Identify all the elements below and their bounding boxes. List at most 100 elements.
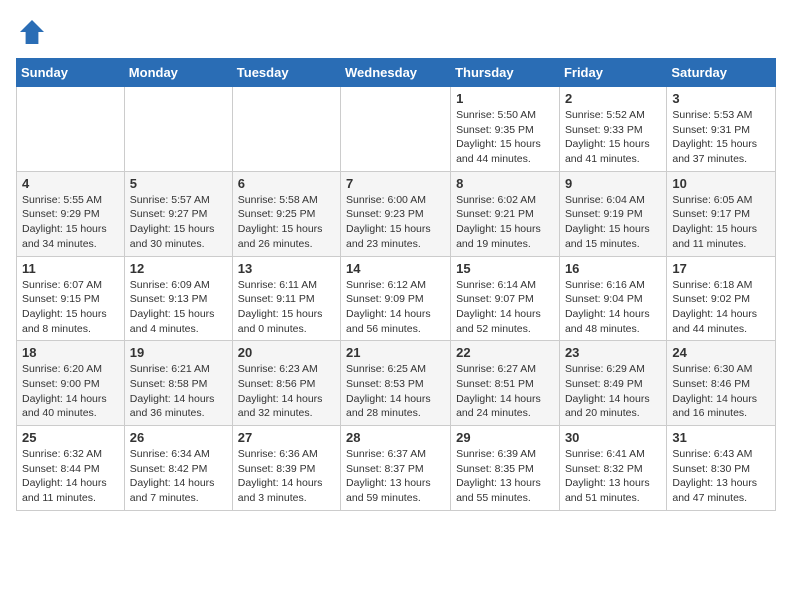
weekday-header-tuesday: Tuesday bbox=[232, 59, 340, 87]
cell-info: Sunrise: 6:41 AMSunset: 8:32 PMDaylight:… bbox=[565, 447, 661, 506]
calendar-cell: 21 Sunrise: 6:25 AMSunset: 8:53 PMDayligh… bbox=[341, 341, 451, 426]
calendar-cell: 25 Sunrise: 6:32 AMSunset: 8:44 PMDayligh… bbox=[17, 426, 125, 511]
day-number: 4 bbox=[22, 176, 119, 191]
day-number: 20 bbox=[238, 345, 335, 360]
calendar-cell: 12Sunrise: 6:09 AMSunset: 9:13 PMDayligh… bbox=[124, 256, 232, 341]
weekday-header-wednesday: Wednesday bbox=[341, 59, 451, 87]
calendar-cell: 6Sunrise: 5:58 AMSunset: 9:25 PMDaylight… bbox=[232, 171, 340, 256]
calendar-cell: 18Sunrise: 6:20 AMSunset: 9:00 PMDayligh… bbox=[17, 341, 125, 426]
calendar-cell: 31 Sunrise: 6:43 AMSunset: 8:30 PMDayligh… bbox=[667, 426, 776, 511]
calendar-week-row: 4 Sunrise: 5:55 AMSunset: 9:29 PMDaylight… bbox=[17, 171, 776, 256]
calendar-cell: 19 Sunrise: 6:21 AMSunset: 8:58 PMDayligh… bbox=[124, 341, 232, 426]
calendar-cell: 27 Sunrise: 6:36 AMSunset: 8:39 PMDayligh… bbox=[232, 426, 340, 511]
cell-info: Sunrise: 6:21 AMSunset: 8:58 PMDaylight:… bbox=[130, 362, 227, 421]
page-header bbox=[16, 16, 776, 48]
day-number: 19 bbox=[130, 345, 227, 360]
cell-info: Sunrise: 6:04 AMSunset: 9:19 PMDaylight:… bbox=[565, 193, 661, 252]
cell-info: Sunrise: 6:30 AMSunset: 8:46 PMDaylight:… bbox=[672, 362, 770, 421]
day-number: 25 bbox=[22, 430, 119, 445]
cell-info: Sunrise: 6:20 AMSunset: 9:00 PMDaylight:… bbox=[22, 362, 119, 421]
day-number: 3 bbox=[672, 91, 770, 106]
day-number: 5 bbox=[130, 176, 227, 191]
weekday-header-friday: Friday bbox=[559, 59, 666, 87]
cell-info: Sunrise: 6:07 AMSunset: 9:15 PMDaylight:… bbox=[22, 278, 119, 337]
calendar-cell bbox=[341, 87, 451, 172]
calendar-cell: 3 Sunrise: 5:53 AMSunset: 9:31 PMDaylight… bbox=[667, 87, 776, 172]
weekday-header-sunday: Sunday bbox=[17, 59, 125, 87]
cell-info: Sunrise: 6:11 AMSunset: 9:11 PMDaylight:… bbox=[238, 278, 335, 337]
calendar-week-row: 11 Sunrise: 6:07 AMSunset: 9:15 PMDayligh… bbox=[17, 256, 776, 341]
cell-info: Sunrise: 6:36 AMSunset: 8:39 PMDaylight:… bbox=[238, 447, 335, 506]
logo bbox=[16, 16, 52, 48]
calendar-cell bbox=[17, 87, 125, 172]
calendar-cell: 5 Sunrise: 5:57 AMSunset: 9:27 PMDaylight… bbox=[124, 171, 232, 256]
cell-info: Sunrise: 5:52 AMSunset: 9:33 PMDaylight:… bbox=[565, 108, 661, 167]
day-number: 23 bbox=[565, 345, 661, 360]
calendar-cell: 7 Sunrise: 6:00 AMSunset: 9:23 PMDaylight… bbox=[341, 171, 451, 256]
day-number: 9 bbox=[565, 176, 661, 191]
day-number: 11 bbox=[22, 261, 119, 276]
cell-info: Sunrise: 5:58 AMSunset: 9:25 PMDaylight:… bbox=[238, 193, 335, 252]
cell-info: Sunrise: 5:50 AMSunset: 9:35 PMDaylight:… bbox=[456, 108, 554, 167]
calendar-cell: 13 Sunrise: 6:11 AMSunset: 9:11 PMDayligh… bbox=[232, 256, 340, 341]
calendar-cell: 26 Sunrise: 6:34 AMSunset: 8:42 PMDayligh… bbox=[124, 426, 232, 511]
cell-info: Sunrise: 6:32 AMSunset: 8:44 PMDaylight:… bbox=[22, 447, 119, 506]
cell-info: Sunrise: 5:55 AMSunset: 9:29 PMDaylight:… bbox=[22, 193, 119, 252]
day-number: 24 bbox=[672, 345, 770, 360]
cell-info: Sunrise: 6:25 AMSunset: 8:53 PMDaylight:… bbox=[346, 362, 445, 421]
day-number: 16 bbox=[565, 261, 661, 276]
logo-icon bbox=[16, 16, 48, 48]
cell-info: Sunrise: 6:05 AMSunset: 9:17 PMDaylight:… bbox=[672, 193, 770, 252]
day-number: 31 bbox=[672, 430, 770, 445]
calendar-cell: 15 Sunrise: 6:14 AMSunset: 9:07 PMDayligh… bbox=[451, 256, 560, 341]
day-number: 13 bbox=[238, 261, 335, 276]
day-number: 30 bbox=[565, 430, 661, 445]
calendar-cell: 30 Sunrise: 6:41 AMSunset: 8:32 PMDayligh… bbox=[559, 426, 666, 511]
calendar-week-row: 25 Sunrise: 6:32 AMSunset: 8:44 PMDayligh… bbox=[17, 426, 776, 511]
day-number: 10 bbox=[672, 176, 770, 191]
cell-info: Sunrise: 6:18 AMSunset: 9:02 PMDaylight:… bbox=[672, 278, 770, 337]
day-number: 14 bbox=[346, 261, 445, 276]
calendar-week-row: 1 Sunrise: 5:50 AMSunset: 9:35 PMDaylight… bbox=[17, 87, 776, 172]
day-number: 8 bbox=[456, 176, 554, 191]
calendar-cell: 22 Sunrise: 6:27 AMSunset: 8:51 PMDayligh… bbox=[451, 341, 560, 426]
calendar-cell: 2Sunrise: 5:52 AMSunset: 9:33 PMDaylight… bbox=[559, 87, 666, 172]
calendar-cell: 24 Sunrise: 6:30 AMSunset: 8:46 PMDayligh… bbox=[667, 341, 776, 426]
day-number: 29 bbox=[456, 430, 554, 445]
day-number: 15 bbox=[456, 261, 554, 276]
calendar-table: SundayMondayTuesdayWednesdayThursdayFrid… bbox=[16, 58, 776, 511]
calendar-cell: 14 Sunrise: 6:12 AMSunset: 9:09 PMDayligh… bbox=[341, 256, 451, 341]
calendar-cell bbox=[232, 87, 340, 172]
cell-info: Sunrise: 5:53 AMSunset: 9:31 PMDaylight:… bbox=[672, 108, 770, 167]
cell-info: Sunrise: 6:27 AMSunset: 8:51 PMDaylight:… bbox=[456, 362, 554, 421]
cell-info: Sunrise: 6:12 AMSunset: 9:09 PMDaylight:… bbox=[346, 278, 445, 337]
cell-info: Sunrise: 6:34 AMSunset: 8:42 PMDaylight:… bbox=[130, 447, 227, 506]
day-number: 26 bbox=[130, 430, 227, 445]
cell-info: Sunrise: 5:57 AMSunset: 9:27 PMDaylight:… bbox=[130, 193, 227, 252]
day-number: 22 bbox=[456, 345, 554, 360]
day-number: 1 bbox=[456, 91, 554, 106]
calendar-week-row: 18Sunrise: 6:20 AMSunset: 9:00 PMDayligh… bbox=[17, 341, 776, 426]
cell-info: Sunrise: 6:23 AMSunset: 8:56 PMDaylight:… bbox=[238, 362, 335, 421]
calendar-cell: 8Sunrise: 6:02 AMSunset: 9:21 PMDaylight… bbox=[451, 171, 560, 256]
weekday-header-monday: Monday bbox=[124, 59, 232, 87]
calendar-cell: 4 Sunrise: 5:55 AMSunset: 9:29 PMDaylight… bbox=[17, 171, 125, 256]
calendar-cell: 17 Sunrise: 6:18 AMSunset: 9:02 PMDayligh… bbox=[667, 256, 776, 341]
day-number: 21 bbox=[346, 345, 445, 360]
cell-info: Sunrise: 6:43 AMSunset: 8:30 PMDaylight:… bbox=[672, 447, 770, 506]
cell-info: Sunrise: 6:39 AMSunset: 8:35 PMDaylight:… bbox=[456, 447, 554, 506]
cell-info: Sunrise: 6:09 AMSunset: 9:13 PMDaylight:… bbox=[130, 278, 227, 337]
calendar-cell: 28Sunrise: 6:37 AMSunset: 8:37 PMDayligh… bbox=[341, 426, 451, 511]
day-number: 17 bbox=[672, 261, 770, 276]
calendar-cell: 1 Sunrise: 5:50 AMSunset: 9:35 PMDaylight… bbox=[451, 87, 560, 172]
calendar-cell: 9 Sunrise: 6:04 AMSunset: 9:19 PMDaylight… bbox=[559, 171, 666, 256]
day-number: 28 bbox=[346, 430, 445, 445]
cell-info: Sunrise: 6:00 AMSunset: 9:23 PMDaylight:… bbox=[346, 193, 445, 252]
day-number: 27 bbox=[238, 430, 335, 445]
weekday-header-saturday: Saturday bbox=[667, 59, 776, 87]
calendar-cell: 11 Sunrise: 6:07 AMSunset: 9:15 PMDayligh… bbox=[17, 256, 125, 341]
cell-info: Sunrise: 6:14 AMSunset: 9:07 PMDaylight:… bbox=[456, 278, 554, 337]
weekday-header-row: SundayMondayTuesdayWednesdayThursdayFrid… bbox=[17, 59, 776, 87]
day-number: 7 bbox=[346, 176, 445, 191]
calendar-cell: 20 Sunrise: 6:23 AMSunset: 8:56 PMDayligh… bbox=[232, 341, 340, 426]
